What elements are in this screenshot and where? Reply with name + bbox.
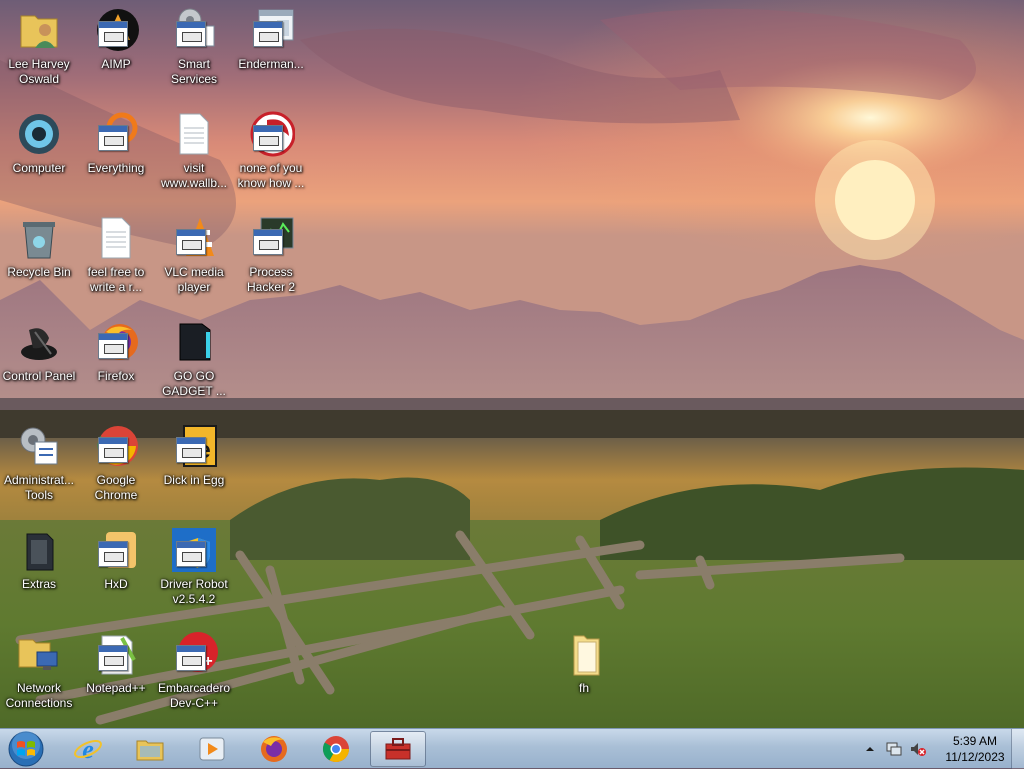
gadget-icon: [179, 323, 211, 361]
app-window-badge-icon: [98, 541, 128, 567]
app-window-badge-icon: [98, 21, 128, 47]
desktop-icon-driver-robot[interactable]: Driver Robot v2.5.4.2: [156, 522, 232, 620]
taskbar-clock[interactable]: 5:39 AM 11/12/2023: [940, 733, 1010, 765]
app-window-badge-icon: [98, 333, 128, 359]
desktop-icon-everything[interactable]: Everything: [78, 106, 154, 204]
desktop-icon-google-chrome[interactable]: Google Chrome: [78, 418, 154, 516]
desktop-icon-devcpp[interactable]: + Embarcadero Dev-C++: [156, 626, 232, 724]
taskbar-pinned-internet-explorer[interactable]: e: [60, 731, 116, 767]
desktop-icon-notepadpp[interactable]: Notepad++: [78, 626, 154, 724]
app-window-badge-icon: [253, 21, 283, 47]
desktop-icon-firefox[interactable]: Firefox: [78, 314, 154, 412]
start-button[interactable]: [4, 730, 48, 768]
text-file-icon: [101, 217, 131, 259]
desktop-icon-visit-wallb[interactable]: visit www.wallb...: [156, 106, 232, 204]
text-file-icon: [179, 113, 209, 155]
app-window-badge-icon: [176, 437, 206, 463]
app-window-badge-icon: [176, 541, 206, 567]
desktop-icon-recycle-bin[interactable]: Recycle Bin: [1, 210, 77, 308]
admin-tools-icon: [20, 427, 58, 465]
network-icon: [18, 639, 58, 670]
extras-icon: [26, 533, 54, 571]
app-window-badge-icon: [253, 125, 283, 151]
media-player-icon: [199, 737, 225, 761]
computer-icon: [19, 114, 59, 154]
desktop-icon-aimp[interactable]: AIMP: [78, 2, 154, 100]
desktop-icon-control-panel[interactable]: Control Panel: [1, 314, 77, 412]
desktop-icon-fh[interactable]: fh: [546, 626, 622, 724]
desktop-icon-lee-harvey-oswald[interactable]: Lee Harvey Oswald: [1, 2, 77, 100]
user-folder-icon: [20, 15, 58, 48]
system-tray: 5:39 AM 11/12/2023: [858, 729, 1010, 769]
tray-network[interactable]: [884, 739, 904, 759]
clock-date: 11/12/2023: [945, 750, 1005, 764]
app-window-badge-icon: [176, 229, 206, 255]
folder-icon: [136, 740, 164, 761]
ie-icon: e: [74, 735, 102, 764]
toolbox-icon: [385, 738, 411, 760]
desktop-icon-extras[interactable]: Extras: [1, 522, 77, 620]
folder-icon: [573, 635, 600, 676]
desktop-icon-admin-tools[interactable]: Administrat... Tools: [1, 418, 77, 516]
app-window-badge-icon: [98, 437, 128, 463]
taskbar-running-toolbox[interactable]: [370, 731, 426, 767]
taskbar-pinned-chrome[interactable]: [308, 731, 364, 767]
desktop-icon-hxd[interactable]: D HxD: [78, 522, 154, 620]
desktop-icon-dick-in-egg[interactable]: e Dick in Egg: [156, 418, 232, 516]
network-status-icon: [886, 742, 902, 756]
show-desktop-button[interactable]: [1011, 729, 1024, 769]
windows-start-icon: [8, 731, 44, 767]
desktop-icon-vlc[interactable]: VLC media player: [156, 210, 232, 308]
desktop[interactable]: Lee Harvey Oswald Computer Recycle Bin C…: [0, 0, 1024, 728]
desktop-icon-network-connections[interactable]: Network Connections: [1, 626, 77, 724]
show-hidden-icons-button[interactable]: [860, 739, 880, 759]
taskbar-pinned-media-player[interactable]: [184, 731, 240, 767]
firefox-icon: [261, 736, 287, 762]
volume-muted-icon: [911, 743, 926, 756]
taskbar-pinned-windows-explorer[interactable]: [122, 731, 178, 767]
svg-text:e: e: [82, 735, 94, 764]
clock-time: 5:39 AM: [952, 734, 998, 748]
chevron-up-icon: [866, 747, 874, 751]
desktop-icon-enderman[interactable]: Enderman...: [233, 2, 309, 100]
app-window-badge-icon: [176, 21, 206, 47]
chrome-icon: [322, 736, 350, 763]
desktop-icon-smart-services[interactable]: Smart Services: [156, 2, 232, 100]
desktop-icon-feel-free[interactable]: feel free to write a r...: [78, 210, 154, 308]
recycle-bin-icon: [23, 222, 55, 259]
app-window-badge-icon: [98, 645, 128, 671]
app-window-badge-icon: [253, 229, 283, 255]
control-panel-icon: [21, 328, 57, 360]
taskbar: e 5:39 AM 11/12/2023: [0, 728, 1024, 769]
desktop-icon-go-go-gadget[interactable]: GO GO GADGET ...: [156, 314, 232, 412]
taskbar-pinned-firefox[interactable]: [246, 731, 302, 767]
app-window-badge-icon: [98, 125, 128, 151]
tray-volume[interactable]: [908, 739, 928, 759]
desktop-icon-none-of-you[interactable]: none of you know how ...: [233, 106, 309, 204]
desktop-icon-process-hacker[interactable]: Process Hacker 2: [233, 210, 309, 308]
app-window-badge-icon: [176, 645, 206, 671]
desktop-icon-computer[interactable]: Computer: [1, 106, 77, 204]
